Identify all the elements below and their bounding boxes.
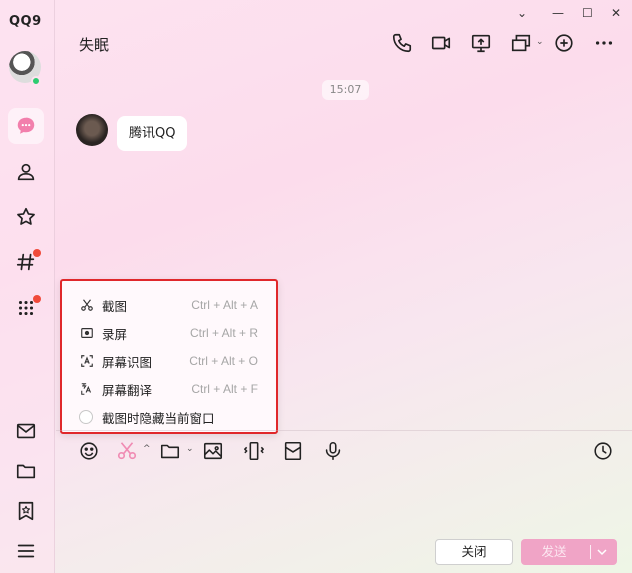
sidebar-item-menu[interactable] [8, 533, 44, 569]
left-sidebar: QQ9 [0, 0, 55, 573]
clock-icon [594, 442, 612, 460]
folder-icon [160, 444, 180, 459]
red-envelope-icon [284, 441, 302, 461]
maximize-button[interactable]: ☐ [582, 6, 593, 20]
text-recognize-icon [80, 354, 94, 368]
chevron-down-icon[interactable]: ⌄ [536, 37, 544, 47]
shake-button[interactable] [242, 439, 266, 463]
chat-title: 失眠 [79, 36, 110, 54]
voice-call-button[interactable] [390, 31, 414, 55]
image-button[interactable] [201, 439, 225, 463]
menu-item-label: 录屏 [102, 326, 128, 342]
sidebar-item-channels[interactable] [8, 244, 44, 280]
sidebar-item-mail[interactable] [8, 413, 44, 449]
translate-icon [80, 382, 94, 396]
hide-window-radio[interactable] [79, 410, 93, 424]
person-icon [17, 163, 35, 181]
menu-item-screen-translate[interactable]: 屏幕翻译 Ctrl + Alt + F [62, 375, 276, 403]
qq-logo: QQ9 [9, 14, 42, 29]
sidebar-item-bookmarks[interactable] [8, 493, 44, 529]
image-icon [203, 442, 223, 460]
sender-avatar[interactable] [76, 114, 108, 146]
send-separator [590, 545, 591, 559]
notification-badge [33, 295, 41, 303]
menu-item-shortcut: Ctrl + Alt + A [191, 298, 258, 312]
microphone-icon [325, 441, 341, 461]
screen-share-icon [471, 34, 491, 53]
minimize-button[interactable]: — [552, 6, 564, 20]
screenshot-menu: 截图 Ctrl + Alt + A 录屏 Ctrl + Alt + R 屏幕识图… [60, 279, 278, 434]
hamburger-menu-icon [17, 544, 35, 558]
star-icon [17, 207, 35, 225]
menu-item-label: 屏幕翻译 [102, 382, 153, 398]
more-options-button[interactable] [592, 31, 616, 55]
multi-window-button[interactable] [509, 31, 533, 55]
send-options-chevron-icon[interactable] [595, 546, 609, 558]
close-window-button[interactable]: ✕ [611, 6, 621, 20]
message-bubble[interactable]: 腾讯QQ [117, 116, 188, 151]
red-packet-button[interactable] [281, 439, 305, 463]
collapse-button[interactable]: ⌄ [517, 6, 527, 20]
plus-circle-icon [555, 34, 573, 52]
scissors-icon [80, 298, 94, 312]
online-status-dot [31, 76, 41, 86]
close-chat-button[interactable]: 关闭 [435, 539, 513, 565]
input-divider [56, 430, 632, 431]
menu-item-screen-ocr[interactable]: 屏幕识图 Ctrl + Alt + O [62, 347, 276, 375]
folder-icon [16, 464, 36, 479]
send-button[interactable]: 发送 [521, 539, 617, 565]
screen-record-icon [80, 326, 94, 340]
add-member-button[interactable] [552, 31, 576, 55]
more-dots-icon [595, 41, 613, 45]
history-button[interactable] [591, 439, 615, 463]
menu-item-label: 屏幕识图 [102, 354, 153, 370]
phone-icon [392, 33, 412, 53]
send-label: 发送 [541, 544, 567, 559]
menu-item-screen-record[interactable]: 录屏 Ctrl + Alt + R [62, 319, 276, 347]
menu-item-shortcut: Ctrl + Alt + F [191, 382, 258, 396]
notification-badge [33, 249, 41, 257]
emoji-button[interactable] [77, 439, 101, 463]
sidebar-item-apps[interactable] [8, 290, 44, 326]
bookmark-star-icon [18, 501, 34, 521]
sidebar-item-files[interactable] [8, 453, 44, 489]
video-call-button[interactable] [429, 31, 453, 55]
voice-message-button[interactable] [321, 439, 345, 463]
chevron-up-icon[interactable]: ^ [143, 444, 151, 454]
sidebar-item-messages[interactable] [8, 108, 44, 144]
scissors-icon [117, 442, 137, 460]
smiley-icon [80, 442, 98, 460]
option-label: 截图时隐藏当前窗口 [102, 410, 215, 426]
message-timestamp: 15:07 [322, 80, 369, 100]
phone-vibrate-icon [244, 441, 264, 461]
video-camera-icon [431, 36, 451, 50]
screenshot-button[interactable] [115, 439, 139, 463]
screen-share-button[interactable] [469, 31, 493, 55]
mail-icon [16, 423, 36, 439]
menu-item-shortcut: Ctrl + Alt + R [189, 326, 258, 340]
window-stack-icon [511, 34, 531, 52]
chevron-down-icon[interactable]: ⌄ [186, 444, 194, 454]
menu-item-screenshot[interactable]: 截图 Ctrl + Alt + A [62, 291, 276, 319]
sidebar-item-favorites[interactable] [8, 199, 44, 235]
file-button[interactable] [158, 439, 182, 463]
hide-window-option[interactable]: 截图时隐藏当前窗口 [62, 403, 276, 431]
sidebar-item-contacts[interactable] [8, 154, 44, 190]
chat-bubble-icon [17, 117, 35, 134]
menu-item-shortcut: Ctrl + Alt + O [189, 354, 258, 368]
menu-item-label: 截图 [102, 298, 128, 314]
